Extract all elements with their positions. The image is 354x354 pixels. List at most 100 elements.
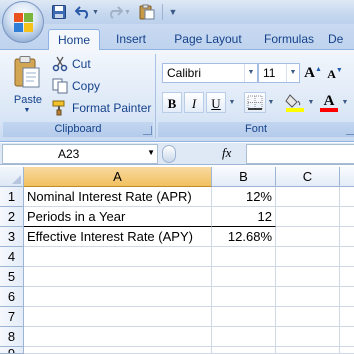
row-header[interactable]: 6 <box>0 287 24 307</box>
tab-data[interactable]: De <box>328 29 354 50</box>
copy-button[interactable]: Copy <box>52 76 100 96</box>
select-all-button[interactable] <box>0 167 24 187</box>
tab-home[interactable]: Home <box>48 29 100 50</box>
cell-c9[interactable] <box>276 347 340 354</box>
cell-c6[interactable] <box>276 287 340 307</box>
redo-button[interactable]: ▼ <box>104 3 134 21</box>
cell-b9[interactable] <box>212 347 276 354</box>
row-header[interactable]: 5 <box>0 267 24 287</box>
cell-d2[interactable] <box>340 207 354 227</box>
formula-bar-resize-handle[interactable] <box>162 145 176 163</box>
column-header-a[interactable]: A <box>24 167 212 187</box>
row-header[interactable]: 3 <box>0 227 24 247</box>
chevron-down-icon[interactable]: ▼ <box>147 148 155 157</box>
cell-b6[interactable] <box>212 287 276 307</box>
fill-color-dropdown-icon[interactable]: ▼ <box>306 92 316 113</box>
cell-a4[interactable] <box>24 247 212 267</box>
chevron-down-icon[interactable]: ▼ <box>244 64 257 82</box>
cell-d8[interactable] <box>340 327 354 347</box>
underline-dropdown-icon[interactable]: ▼ <box>227 92 237 113</box>
cell-a9[interactable] <box>24 347 212 354</box>
cell-b2[interactable]: 12 <box>212 207 276 227</box>
clipboard-dialog-launcher[interactable] <box>143 126 152 135</box>
tab-page-layout[interactable]: Page Layout <box>166 29 250 50</box>
italic-button[interactable]: I <box>184 92 204 113</box>
cell-d3[interactable] <box>340 227 354 247</box>
cell-a8[interactable] <box>24 327 212 347</box>
cell-b4[interactable] <box>212 247 276 267</box>
group-divider <box>155 54 156 138</box>
cell-c1[interactable] <box>276 187 340 207</box>
cell-d6[interactable] <box>340 287 354 307</box>
font-size-select[interactable]: 11 ▼ <box>258 63 300 83</box>
column-header-b[interactable]: B <box>212 167 276 187</box>
cell-b7[interactable] <box>212 307 276 327</box>
row-header[interactable]: 9 <box>0 347 24 354</box>
cut-button[interactable]: Cut <box>52 54 91 74</box>
undo-dropdown-icon[interactable]: ▼ <box>92 9 99 16</box>
font-dialog-launcher[interactable] <box>346 126 354 135</box>
cell-c7[interactable] <box>276 307 340 327</box>
cell-c2[interactable] <box>276 207 340 227</box>
ribbon-tabs: Home Insert Page Layout Formulas De <box>0 24 354 50</box>
cell-a6[interactable] <box>24 287 212 307</box>
cell-c8[interactable] <box>276 327 340 347</box>
cell-a2[interactable]: Periods in a Year <box>24 207 212 227</box>
cell-a1[interactable]: Nominal Interest Rate (APR) <box>24 187 212 207</box>
font-color-label: A <box>323 93 335 109</box>
font-color-dropdown-icon[interactable]: ▼ <box>340 92 350 113</box>
row-header[interactable]: 7 <box>0 307 24 327</box>
redo-dropdown-icon[interactable]: ▼ <box>124 9 131 16</box>
tab-formulas[interactable]: Formulas <box>258 29 320 50</box>
undo-button[interactable]: ▼ <box>72 3 102 21</box>
tab-insert[interactable]: Insert <box>106 29 156 50</box>
paste-dropdown-icon[interactable]: ▼ <box>22 107 32 114</box>
fill-color-button[interactable] <box>284 92 306 113</box>
borders-dropdown-icon[interactable]: ▼ <box>266 92 276 113</box>
cell-a5[interactable] <box>24 267 212 287</box>
cell-b3[interactable]: 12.68% <box>212 227 276 247</box>
cell-d4[interactable] <box>340 247 354 267</box>
copy-label: Copy <box>72 79 101 93</box>
formula-controls: fx <box>162 144 246 164</box>
row-header[interactable]: 8 <box>0 327 24 347</box>
bold-button[interactable]: B <box>162 92 182 113</box>
customize-qat-button[interactable]: ▼ <box>166 3 180 21</box>
row-header[interactable]: 4 <box>0 247 24 267</box>
cell-b5[interactable] <box>212 267 276 287</box>
office-button[interactable] <box>2 1 44 43</box>
row-header[interactable]: 2 <box>0 207 24 227</box>
paste-icon <box>139 4 155 20</box>
cell-d9[interactable] <box>340 347 354 354</box>
chevron-down-icon[interactable]: ▼ <box>286 64 299 82</box>
insert-function-button[interactable]: fx <box>222 145 231 161</box>
cell-d1[interactable] <box>340 187 354 207</box>
cell-a3[interactable]: Effective Interest Rate (APY) <box>24 227 212 247</box>
cell-c5[interactable] <box>276 267 340 287</box>
cell-c4[interactable] <box>276 247 340 267</box>
save-button[interactable] <box>50 3 68 21</box>
borders-button[interactable] <box>244 92 266 113</box>
column-header-c[interactable]: C <box>276 167 340 187</box>
font-name-select[interactable]: Calibri ▼ <box>162 63 258 83</box>
cell-a7[interactable] <box>24 307 212 327</box>
formula-input[interactable] <box>246 144 354 164</box>
underline-button[interactable]: U <box>206 92 226 113</box>
copy-icon <box>52 78 68 94</box>
office-logo-icon <box>14 13 34 33</box>
cell-b8[interactable] <box>212 327 276 347</box>
cell-c3[interactable] <box>276 227 340 247</box>
cell-d5[interactable] <box>340 267 354 287</box>
grow-font-button[interactable]: A▲ <box>303 63 323 83</box>
font-color-button[interactable]: A <box>318 92 340 113</box>
shrink-font-button[interactable]: A▼ <box>325 63 345 83</box>
cell-b1[interactable]: 12% <box>212 187 276 207</box>
qat-paste-button[interactable] <box>136 3 158 21</box>
name-box[interactable]: A23 ▼ <box>2 144 158 164</box>
format-painter-button[interactable]: Format Painter <box>52 98 151 118</box>
column-header-partial[interactable] <box>340 167 354 187</box>
cell-d7[interactable] <box>340 307 354 327</box>
increase-arrow-icon: ▲ <box>314 65 322 73</box>
paste-button[interactable]: Paste ▼ <box>8 54 48 116</box>
row-header[interactable]: 1 <box>0 187 24 207</box>
